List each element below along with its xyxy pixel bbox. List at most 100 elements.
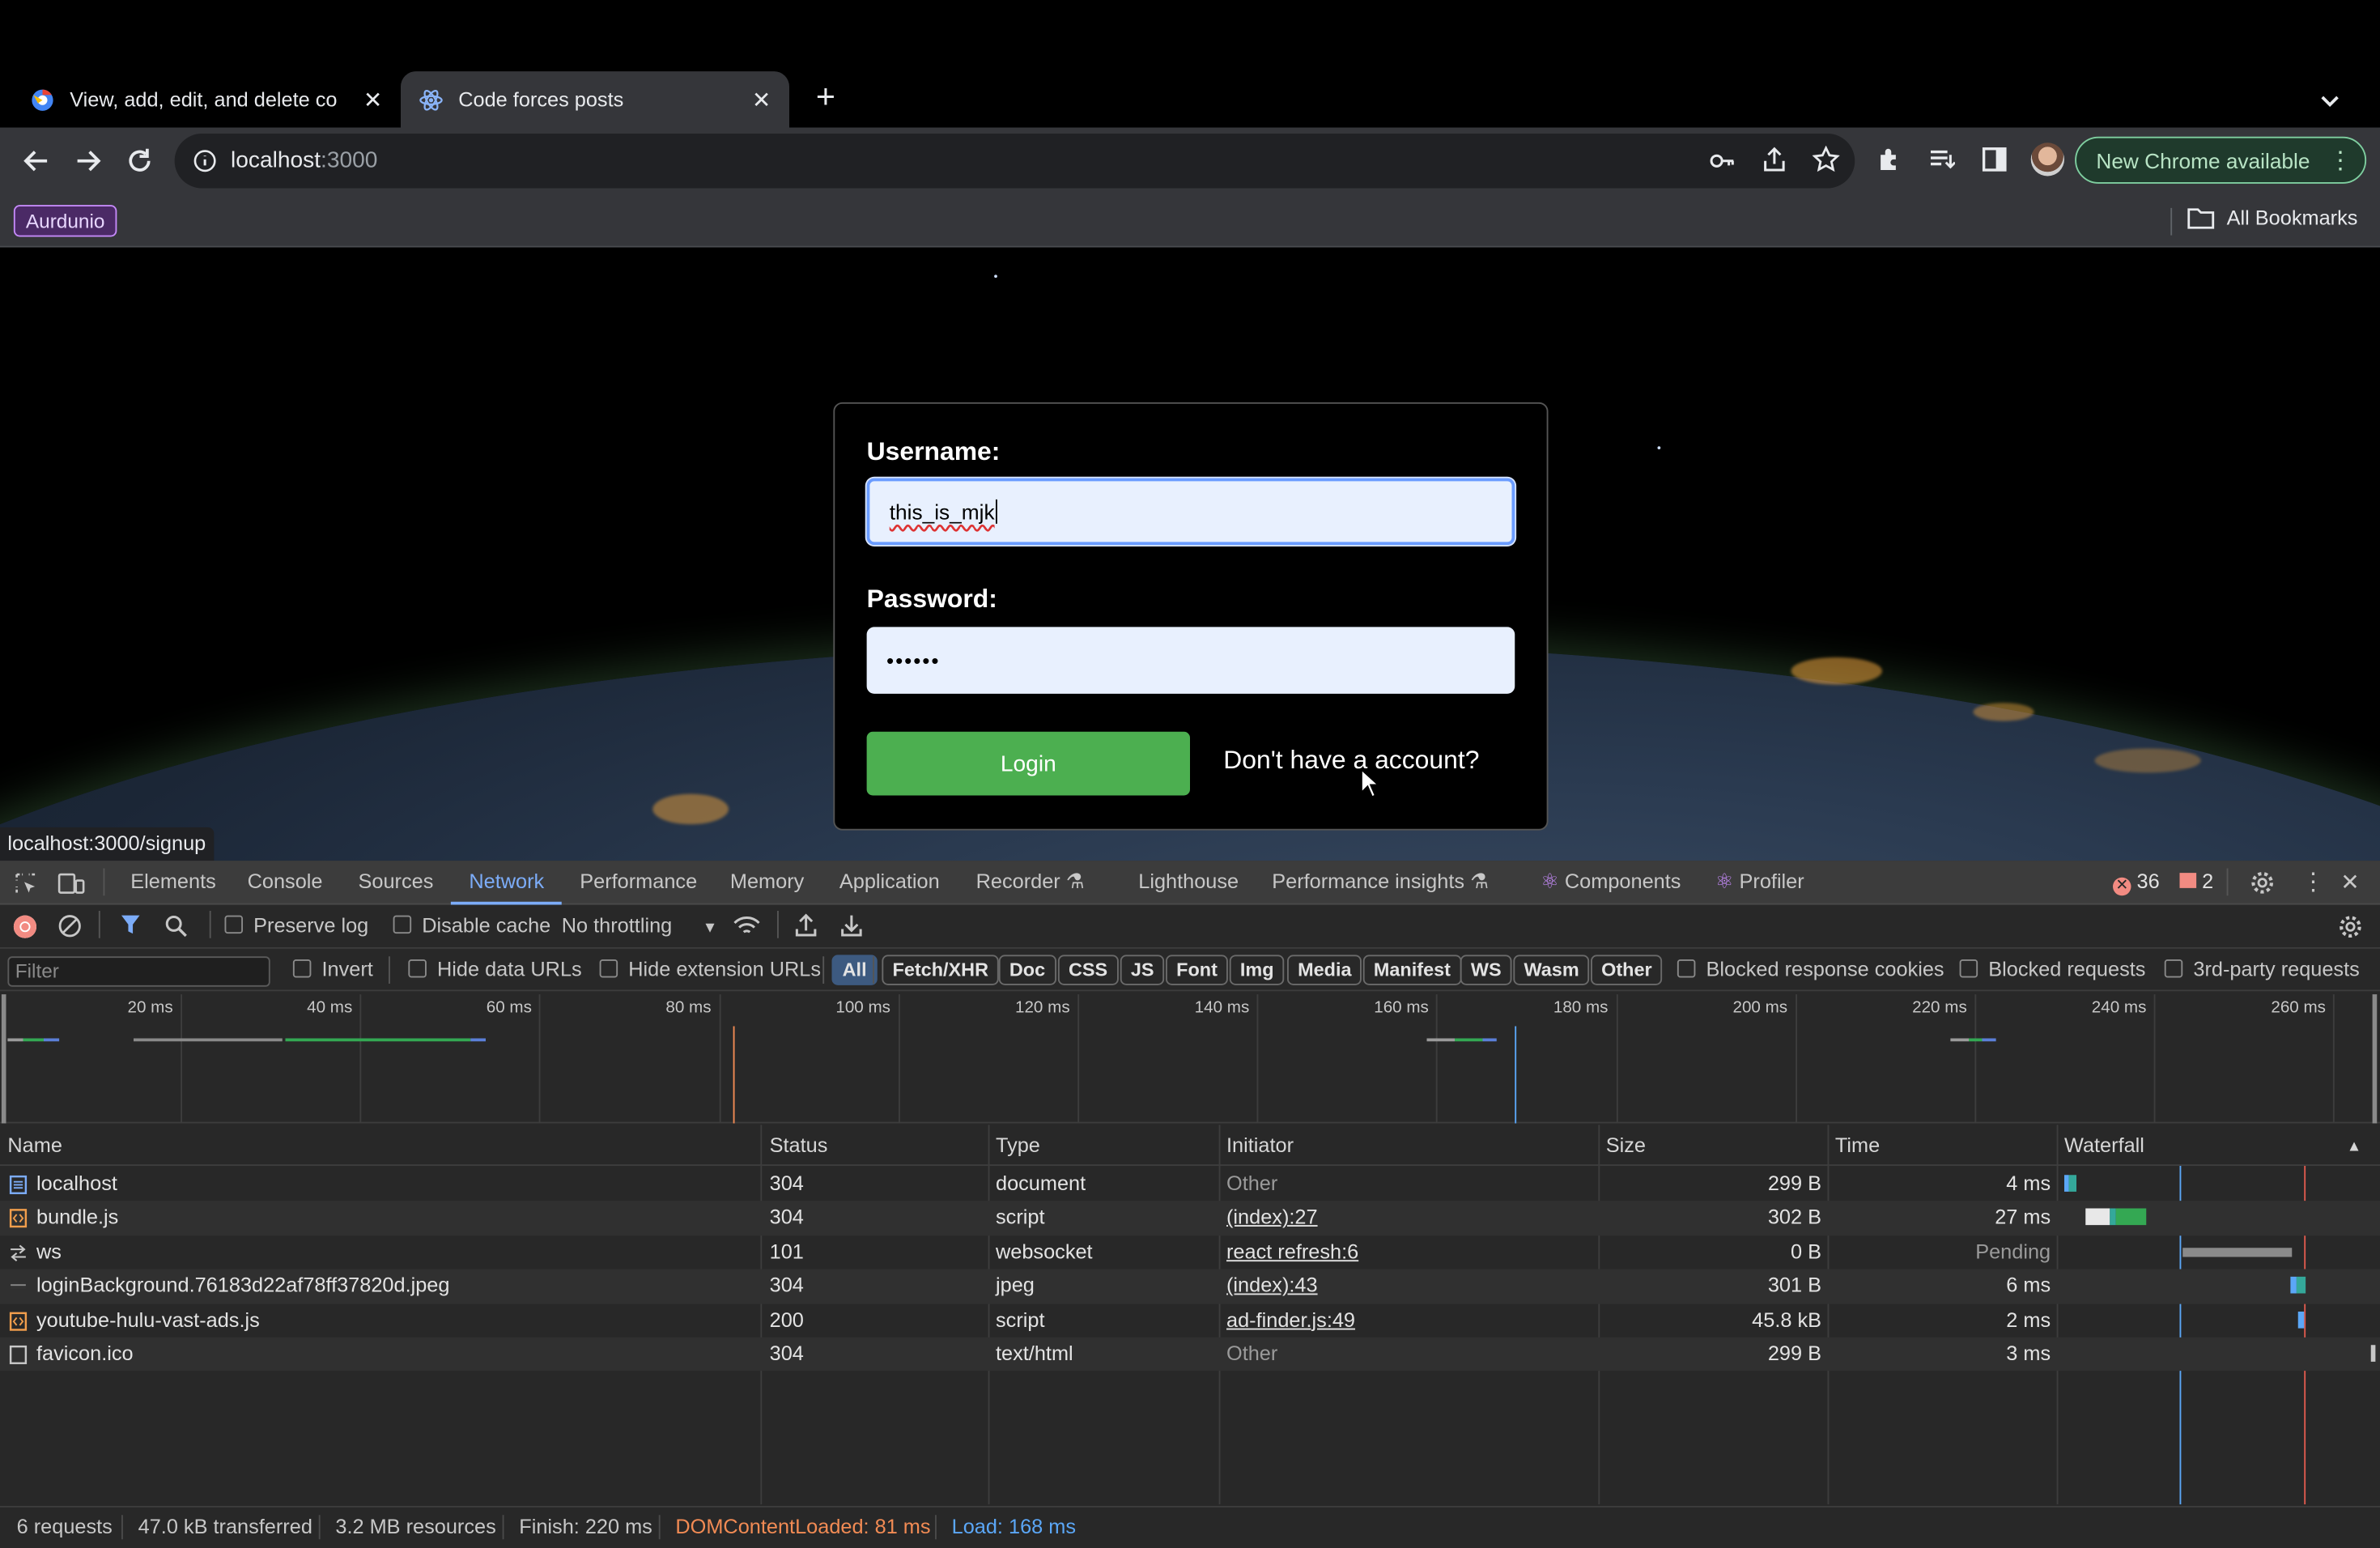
share-icon[interactable] xyxy=(1761,146,1788,173)
filter-type-img[interactable]: Img xyxy=(1229,955,1285,985)
import-har-icon[interactable] xyxy=(794,912,818,938)
password-input[interactable]: •••••• xyxy=(866,627,1515,694)
forward-icon[interactable] xyxy=(73,146,104,176)
column-time[interactable]: Time xyxy=(1835,1134,1880,1157)
tab-sources[interactable]: Sources xyxy=(359,870,434,892)
invert-checkbox[interactable]: Invert xyxy=(292,958,373,980)
new-chrome-available-button[interactable]: New Chrome available ⋮ xyxy=(2075,136,2367,184)
site-info-icon[interactable] xyxy=(193,149,217,173)
column-type[interactable]: Type xyxy=(996,1134,1040,1157)
table-row[interactable]: favicon.ico 304 text/html Other 299 B 3 ms xyxy=(0,1337,2380,1372)
tab-performance[interactable]: Performance xyxy=(580,870,697,892)
blocked-cookies-checkbox[interactable]: Blocked response cookies xyxy=(1677,958,1944,980)
browser-tab-active[interactable]: Code forces posts ✕ xyxy=(401,71,789,128)
inspect-element-icon[interactable] xyxy=(14,871,38,895)
tab-console[interactable]: Console xyxy=(248,870,323,892)
request-name[interactable]: ws xyxy=(36,1240,62,1262)
filter-type-wasm[interactable]: Wasm xyxy=(1513,955,1590,985)
close-devtools-icon[interactable]: ✕ xyxy=(2340,869,2360,895)
tab-application[interactable]: Application xyxy=(839,870,940,892)
tab-components[interactable]: ⚛ Components xyxy=(1541,870,1681,894)
filter-type-css[interactable]: CSS xyxy=(1057,955,1119,985)
settings-gear-icon[interactable] xyxy=(2250,870,2276,895)
username-input[interactable]: this_is_mjk xyxy=(866,478,1515,546)
table-row[interactable]: youtube-hulu-vast-ads.js 200 script ad-find… xyxy=(0,1303,2380,1337)
reading-list-icon[interactable] xyxy=(1927,146,1955,173)
tab-profiler[interactable]: ⚛ Profiler xyxy=(1715,870,1804,894)
filter-type-manifest[interactable]: Manifest xyxy=(1362,955,1462,985)
tab-search-chevron-icon[interactable] xyxy=(2314,85,2345,116)
filter-input[interactable]: Filter xyxy=(7,956,270,987)
request-initiator[interactable]: react refresh:6 xyxy=(1226,1240,1358,1262)
request-initiator[interactable]: ad-finder.js:49 xyxy=(1226,1308,1355,1330)
signup-link[interactable]: Don't have a account? xyxy=(1223,746,1479,776)
export-har-icon[interactable] xyxy=(839,912,864,938)
issue-counter[interactable]: 2 xyxy=(2179,870,2213,893)
table-row[interactable]: ws 101 websocket react refresh:6 0 B Pending xyxy=(0,1235,2380,1269)
network-settings-gear-icon[interactable] xyxy=(2338,914,2364,940)
close-icon[interactable]: ✕ xyxy=(363,86,383,113)
extensions-icon[interactable] xyxy=(1876,146,1904,173)
all-bookmarks-button[interactable]: All Bookmarks xyxy=(2187,206,2357,229)
overview-right-handle[interactable] xyxy=(2372,994,2378,1124)
url-text[interactable]: localhost:3000 xyxy=(231,147,377,173)
third-party-checkbox[interactable]: 3rd-party requests xyxy=(2164,958,2360,980)
request-name[interactable]: bundle.js xyxy=(36,1206,118,1228)
blocked-requests-checkbox[interactable]: Blocked requests xyxy=(1959,958,2145,980)
table-row[interactable]: bundle.js 304 script (index):27 302 B 27 ms xyxy=(0,1201,2380,1235)
more-options-icon[interactable]: ⋮ xyxy=(2301,867,2326,898)
hide-data-urls-checkbox[interactable]: Hide data URLs xyxy=(408,958,582,980)
search-icon[interactable] xyxy=(164,914,189,938)
browser-tab-inactive[interactable]: View, add, edit, and delete co ✕ xyxy=(12,71,401,127)
back-icon[interactable] xyxy=(21,146,52,176)
tab-performance-insights[interactable]: Performance insights ⚗ xyxy=(1272,870,1489,894)
network-conditions-icon[interactable] xyxy=(733,914,761,938)
column-name[interactable]: Name xyxy=(7,1134,62,1157)
key-icon[interactable] xyxy=(1709,147,1736,175)
tab-elements[interactable]: Elements xyxy=(130,870,216,892)
address-bar[interactable] xyxy=(174,134,1855,189)
table-row[interactable]: localhost 304 document Other 299 B 4 ms xyxy=(0,1167,2380,1201)
tab-network[interactable]: Network xyxy=(469,870,544,892)
avatar[interactable] xyxy=(2030,142,2064,176)
filter-type-ws[interactable]: WS xyxy=(1460,955,1512,985)
clear-icon[interactable] xyxy=(57,914,82,938)
overview-left-handle[interactable] xyxy=(1,994,6,1124)
reload-icon[interactable] xyxy=(125,146,155,176)
side-panel-icon[interactable] xyxy=(1981,146,2008,173)
filter-type-media[interactable]: Media xyxy=(1287,955,1362,985)
filter-type-doc[interactable]: Doc xyxy=(998,955,1056,985)
request-initiator[interactable]: (index):27 xyxy=(1226,1206,1318,1228)
table-row[interactable]: loginBackground.76183d22af78ff37820d.jpe… xyxy=(0,1269,2380,1303)
tab-recorder[interactable]: Recorder ⚗ xyxy=(976,870,1085,894)
request-initiator[interactable]: (index):43 xyxy=(1226,1274,1318,1296)
tab-lighthouse[interactable]: Lighthouse xyxy=(1138,870,1239,892)
preserve-log-checkbox[interactable]: Preserve log xyxy=(224,914,368,937)
column-initiator[interactable]: Initiator xyxy=(1226,1134,1294,1157)
filter-type-other[interactable]: Other xyxy=(1591,955,1663,985)
hide-extension-urls-checkbox[interactable]: Hide extension URLs xyxy=(599,958,821,980)
star-icon[interactable] xyxy=(1812,146,1840,173)
login-button[interactable]: Login xyxy=(866,731,1190,796)
request-name[interactable]: favicon.ico xyxy=(36,1342,134,1365)
throttling-select[interactable]: No throttling ▼ xyxy=(562,914,718,937)
request-name[interactable]: localhost xyxy=(36,1172,117,1195)
error-counter[interactable]: ✕ 36 xyxy=(2113,870,2160,896)
request-name[interactable]: youtube-hulu-vast-ads.js xyxy=(36,1308,260,1330)
filter-type-all[interactable]: All xyxy=(831,955,878,985)
request-name[interactable]: loginBackground.76183d22af78ff37820d.jpe… xyxy=(36,1274,449,1296)
filter-type-js[interactable]: JS xyxy=(1120,955,1165,985)
disable-cache-checkbox[interactable]: Disable cache xyxy=(393,914,550,937)
sort-ascending-icon[interactable]: ▲ xyxy=(2347,1138,2362,1155)
column-size[interactable]: Size xyxy=(1606,1134,1646,1157)
filter-type-font[interactable]: Font xyxy=(1166,955,1229,985)
filter-type-fetch-xhr[interactable]: Fetch/XHR xyxy=(882,955,1000,985)
record-icon[interactable] xyxy=(13,915,36,938)
column-waterfall[interactable]: Waterfall xyxy=(2064,1134,2144,1157)
bookmark-chip[interactable]: Aurdunio xyxy=(13,205,117,237)
device-toolbar-icon[interactable] xyxy=(57,871,85,895)
new-tab-icon[interactable]: + xyxy=(809,79,842,113)
tab-memory[interactable]: Memory xyxy=(730,870,804,892)
column-status[interactable]: Status xyxy=(770,1134,828,1157)
close-icon[interactable]: ✕ xyxy=(752,86,771,113)
